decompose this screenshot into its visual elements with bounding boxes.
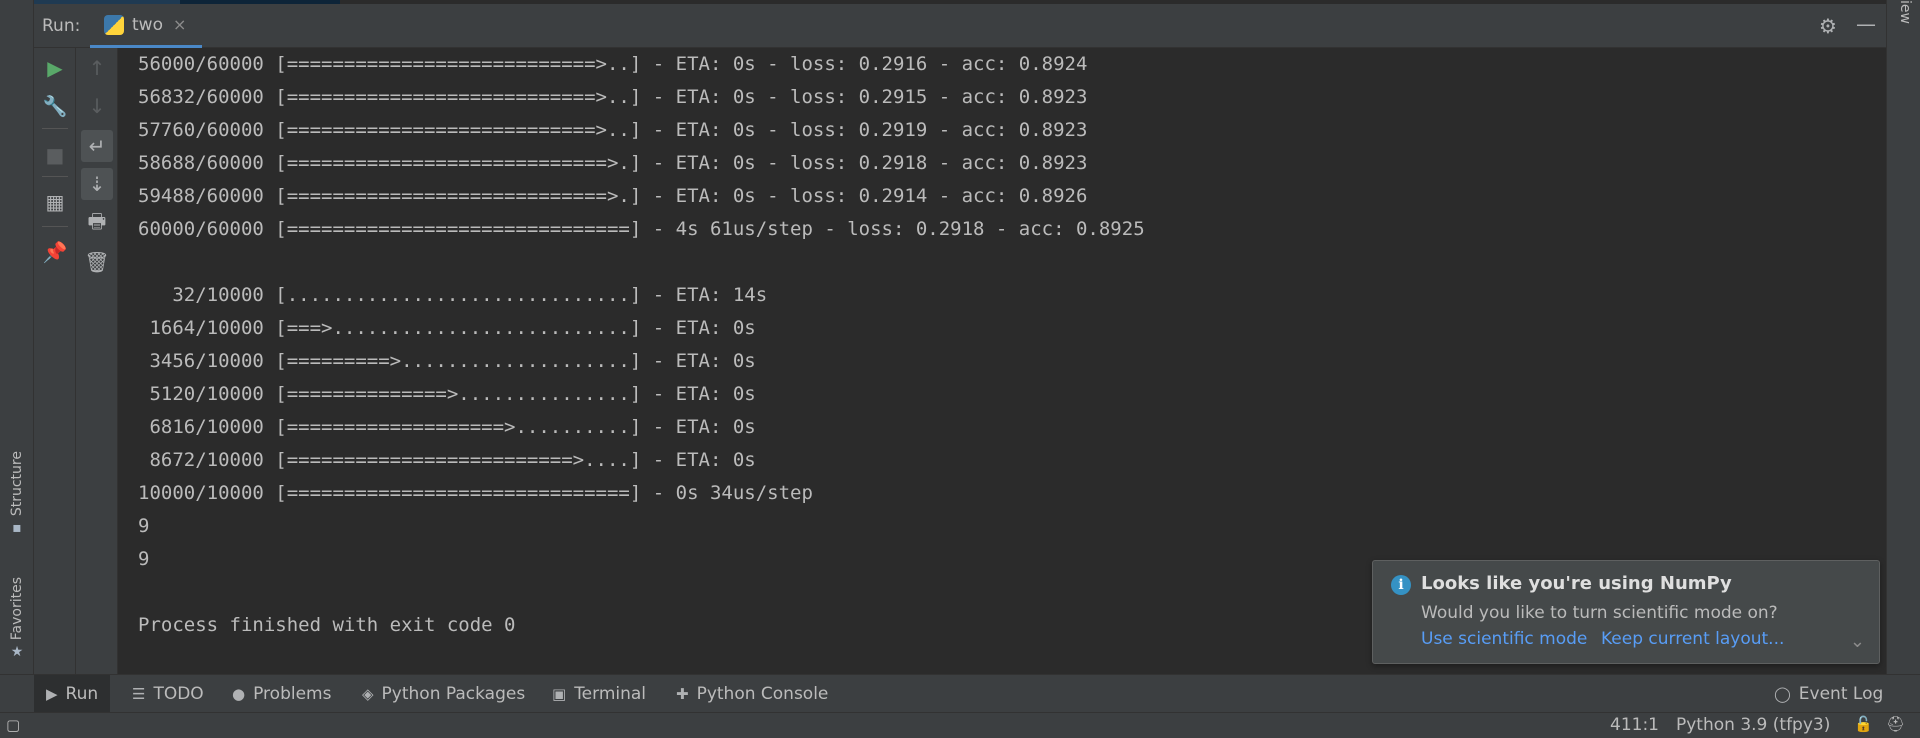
toolbar-separator <box>42 176 68 177</box>
tab-event-log[interactable]: ◯ Event Log <box>1762 675 1895 713</box>
console-line: 1664/10000 [===>........................… <box>138 317 756 339</box>
trash-icon[interactable]: 🗑 <box>81 246 113 278</box>
rerun-icon[interactable]: ▶ <box>39 52 71 84</box>
console-line: 9 <box>138 548 150 570</box>
favorites-tab[interactable]: Favorites ★ <box>0 560 34 660</box>
gear-icon[interactable]: ⚙ <box>1819 14 1837 38</box>
favorites-label: Favorites <box>9 576 25 640</box>
toggle-tool-windows-icon[interactable]: ▢ <box>6 716 20 734</box>
tab-run[interactable]: ▶ Run <box>34 675 111 713</box>
console-line: 5120/10000 [==============>.............… <box>138 383 756 405</box>
run-actions-toolbar: ▶ 🔧 ■ ▦ 📌 <box>34 48 76 674</box>
arrow-up-icon[interactable]: ↑ <box>81 52 113 84</box>
run-window-title: Run: <box>42 16 81 36</box>
console-line: 56000/60000 [===========================… <box>138 53 1088 75</box>
sciview-tab-label[interactable]: iew <box>1897 0 1913 24</box>
star-icon: ★ <box>10 644 24 660</box>
layout-icon[interactable]: ▦ <box>39 186 71 218</box>
process-exit-line: Process finished with exit code 0 <box>138 614 516 636</box>
notification-text: Would you like to turn scientific mode o… <box>1421 603 1778 623</box>
event-log-icon: ◯ <box>1774 685 1791 703</box>
python-interpreter[interactable]: Python 3.9 (tfpy3) <box>1676 715 1830 735</box>
tab-terminal-label: Terminal <box>574 684 647 704</box>
console-line: 58688/60000 [===========================… <box>138 152 1088 174</box>
problems-icon: ● <box>232 685 246 703</box>
structure-icon: ▪ <box>12 520 22 536</box>
play-icon: ▶ <box>46 685 58 703</box>
console-line: 59488/60000 [===========================… <box>138 185 1088 207</box>
arrow-down-icon[interactable]: ↓ <box>81 90 113 122</box>
pin-icon[interactable]: 📌 <box>39 236 71 268</box>
run-config-tab-label: two <box>132 14 163 35</box>
structure-label: Structure <box>9 450 25 516</box>
print-icon[interactable]: 🖶 <box>81 208 113 240</box>
tab-python-packages[interactable]: ◈ Python Packages <box>350 675 537 713</box>
console-line: 9 <box>138 515 150 537</box>
console-line: 57760/60000 [===========================… <box>138 119 1088 141</box>
tab-event-log-label: Event Log <box>1798 684 1884 704</box>
minimize-icon[interactable]: — <box>1856 12 1876 36</box>
tab-problems-label: Problems <box>253 684 332 704</box>
right-tool-stripe: iew <box>1886 0 1920 674</box>
wrench-icon[interactable]: 🔧 <box>39 90 71 122</box>
notification-title: Looks like you're using NumPy <box>1421 573 1732 594</box>
python-icon <box>104 14 124 35</box>
scroll-to-end-icon[interactable]: ⇣ <box>81 168 113 200</box>
python-console-icon: ✚ <box>676 685 689 703</box>
packages-icon: ◈ <box>362 685 374 703</box>
tab-run-label: Run <box>65 684 99 704</box>
tab-python-console[interactable]: ✚ Python Console <box>664 675 840 713</box>
stop-icon[interactable]: ■ <box>39 139 71 171</box>
use-scientific-mode-link[interactable]: Use scientific mode <box>1421 629 1587 649</box>
console-line: 60000/60000 [===========================… <box>138 218 1145 240</box>
ide-window: Structure ▪ Favorites ★ iew Run: two × ⚙… <box>0 0 1920 738</box>
console-line: 32/10000 [..............................… <box>138 284 768 306</box>
info-icon: i <box>1391 575 1411 595</box>
tab-terminal[interactable]: ▣ Terminal <box>540 675 658 713</box>
bottom-tool-window-bar: ▶ Run ☰ TODO ● Problems ◈ Python Package… <box>0 674 1920 713</box>
keep-current-layout-link[interactable]: Keep current layout... <box>1601 629 1784 649</box>
tab-todo[interactable]: ☰ TODO <box>120 675 216 713</box>
left-tool-stripe: Structure ▪ Favorites ★ <box>0 0 34 674</box>
tab-todo-label: TODO <box>153 684 204 704</box>
close-icon[interactable]: × <box>173 15 186 34</box>
chevron-down-icon[interactable]: ⌄ <box>1850 631 1865 652</box>
inspector-icon[interactable]: ⛑ <box>1886 715 1905 733</box>
tab-python-console-label: Python Console <box>696 684 829 704</box>
terminal-icon: ▣ <box>552 685 567 703</box>
console-actions-toolbar: ↑ ↓ ↵ ⇣ 🖶 🗑 <box>76 48 118 674</box>
soft-wrap-icon[interactable]: ↵ <box>81 130 113 162</box>
toolbar-separator <box>42 226 68 227</box>
list-icon: ☰ <box>132 685 146 703</box>
tab-problems[interactable]: ● Problems <box>220 675 343 713</box>
lock-icon[interactable]: 🔓 <box>1854 715 1873 733</box>
console-line: 3456/10000 [=========>..................… <box>138 350 756 372</box>
structure-tab[interactable]: Structure ▪ <box>0 432 34 536</box>
toolbar-separator <box>42 128 68 129</box>
run-config-tab[interactable]: two × <box>90 4 202 48</box>
console-line: 8672/10000 [=========================>..… <box>138 449 756 471</box>
console-line: 10000/10000 [===========================… <box>138 482 813 504</box>
console-line: 56832/60000 [===========================… <box>138 86 1088 108</box>
caret-position[interactable]: 411:1 <box>1610 715 1659 735</box>
tab-python-packages-label: Python Packages <box>381 684 526 704</box>
numpy-notification-balloon: i Looks like you're using NumPy Would yo… <box>1372 560 1880 664</box>
status-bar: ▢ 411:1 Python 3.9 (tfpy3) 🔓 ⛑ <box>0 712 1920 738</box>
run-tool-window-header: Run: two × ⚙ — <box>34 4 1886 48</box>
console-line: 6816/10000 [===================>........… <box>138 416 756 438</box>
